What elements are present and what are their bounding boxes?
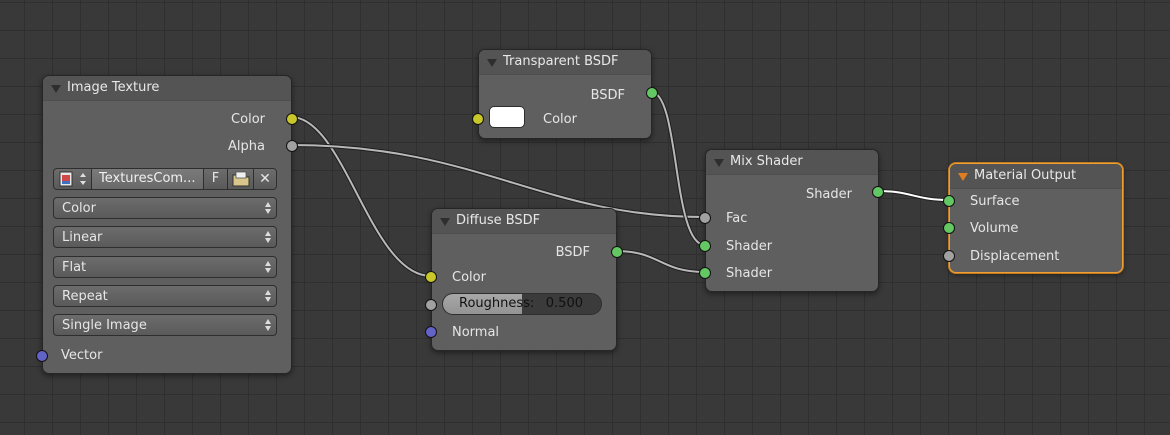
unlink-image-button[interactable]: ✕ xyxy=(254,169,276,189)
image-browse-icon xyxy=(59,171,86,187)
link-image-alpha-to-mix-fac xyxy=(289,143,707,219)
input-color-label: Color xyxy=(543,112,577,127)
collapse-arrow-icon[interactable] xyxy=(487,59,497,67)
node-header[interactable]: Material Output xyxy=(950,164,1122,189)
input-vector-socket[interactable] xyxy=(36,350,48,362)
input-color-socket[interactable] xyxy=(425,271,437,283)
browse-image-button[interactable] xyxy=(54,169,92,189)
link-mix-shader-to-surface xyxy=(875,189,951,202)
output-bsdf-socket[interactable] xyxy=(646,87,658,99)
output-alpha-socket[interactable] xyxy=(286,140,298,152)
node-transparent-bsdf[interactable]: Transparent BSDF BSDF Color xyxy=(472,49,658,139)
node-image-texture[interactable]: Image Texture Color Alpha TexturesCom...… xyxy=(36,75,298,374)
node-title: Material Output xyxy=(974,168,1077,183)
output-color-label: Color xyxy=(231,112,265,127)
input-volume-label: Volume xyxy=(970,221,1019,236)
source-dropdown[interactable]: Single Image xyxy=(53,314,277,336)
node-material-output[interactable]: Material Output Surface Volume Displacem… xyxy=(943,163,1123,273)
link-transparent-bsdf-to-mix-shader1 xyxy=(649,90,707,247)
output-color-socket[interactable] xyxy=(286,113,298,125)
collapse-arrow-icon[interactable] xyxy=(714,159,724,167)
updown-arrows-icon xyxy=(265,317,272,333)
folder-icon xyxy=(232,171,250,187)
slider-label: Roughness: xyxy=(459,296,535,311)
input-volume-socket[interactable] xyxy=(943,222,955,234)
node-title: Transparent BSDF xyxy=(503,54,619,69)
output-bsdf-socket[interactable] xyxy=(611,246,623,258)
dropdown-value: Color xyxy=(62,201,96,216)
interpolation-dropdown[interactable]: Linear xyxy=(53,226,277,248)
output-shader-label: Shader xyxy=(805,187,852,202)
input-shader1-socket[interactable] xyxy=(699,240,711,252)
node-title: Image Texture xyxy=(67,80,160,95)
collapse-arrow-icon[interactable] xyxy=(440,218,450,226)
dropdown-value: Repeat xyxy=(62,289,108,304)
updown-arrows-icon xyxy=(265,200,272,216)
output-bsdf-label: BSDF xyxy=(590,88,625,103)
input-vector-label: Vector xyxy=(61,348,103,363)
node-header[interactable]: Diffuse BSDF xyxy=(432,209,616,234)
node-diffuse-bsdf[interactable]: Diffuse BSDF BSDF Color Roughness: 0.500… xyxy=(425,208,623,351)
input-displacement-label: Displacement xyxy=(970,249,1060,264)
open-image-button[interactable] xyxy=(228,169,254,189)
updown-arrows-icon xyxy=(265,229,272,245)
input-normal-socket[interactable] xyxy=(425,326,437,338)
input-displacement-socket[interactable] xyxy=(943,250,955,262)
collapse-arrow-icon[interactable] xyxy=(958,173,968,181)
close-icon: ✕ xyxy=(259,171,271,187)
projection-dropdown[interactable]: Flat xyxy=(53,256,277,278)
node-mix-shader[interactable]: Mix Shader Shader Fac Shader Shader xyxy=(699,149,884,292)
dropdown-value: Single Image xyxy=(62,318,147,333)
slider-value: 0.500 xyxy=(545,296,583,311)
input-surface-socket[interactable] xyxy=(943,195,955,207)
image-name-field[interactable]: TexturesCom... xyxy=(92,169,204,189)
extension-dropdown[interactable]: Repeat xyxy=(53,285,277,307)
node-header[interactable]: Mix Shader xyxy=(706,150,878,175)
output-alpha-label: Alpha xyxy=(228,139,265,154)
updown-arrows-icon xyxy=(265,259,272,275)
input-shader1-label: Shader xyxy=(726,239,773,254)
input-normal-label: Normal xyxy=(452,325,500,340)
input-shader2-label: Shader xyxy=(726,266,773,281)
fake-user-button[interactable]: F xyxy=(204,169,228,189)
link-diffuse-bsdf-to-mix-shader2 xyxy=(614,249,707,274)
collapse-arrow-icon[interactable] xyxy=(51,85,61,93)
input-color-label: Color xyxy=(452,270,486,285)
node-title: Diffuse BSDF xyxy=(456,213,541,228)
roughness-slider[interactable]: Roughness: 0.500 xyxy=(442,293,602,315)
image-selector: TexturesCom... F ✕ xyxy=(53,168,277,190)
dropdown-value: Linear xyxy=(62,230,103,245)
color-swatch[interactable] xyxy=(489,106,525,128)
link-image-color-to-diffuse-color xyxy=(289,115,433,278)
output-bsdf-label: BSDF xyxy=(555,245,590,260)
input-fac-socket[interactable] xyxy=(699,212,711,224)
node-title: Mix Shader xyxy=(730,154,803,169)
input-fac-label: Fac xyxy=(726,211,748,226)
input-color-socket[interactable] xyxy=(472,113,484,125)
input-roughness-socket[interactable] xyxy=(425,299,437,311)
input-surface-label: Surface xyxy=(970,194,1020,209)
node-header[interactable]: Image Texture xyxy=(43,76,291,101)
dropdown-value: Flat xyxy=(62,260,87,275)
updown-arrows-icon xyxy=(265,288,272,304)
input-shader2-socket[interactable] xyxy=(699,267,711,279)
color-space-dropdown[interactable]: Color xyxy=(53,197,277,219)
node-header[interactable]: Transparent BSDF xyxy=(479,50,651,75)
output-shader-socket[interactable] xyxy=(872,186,884,198)
